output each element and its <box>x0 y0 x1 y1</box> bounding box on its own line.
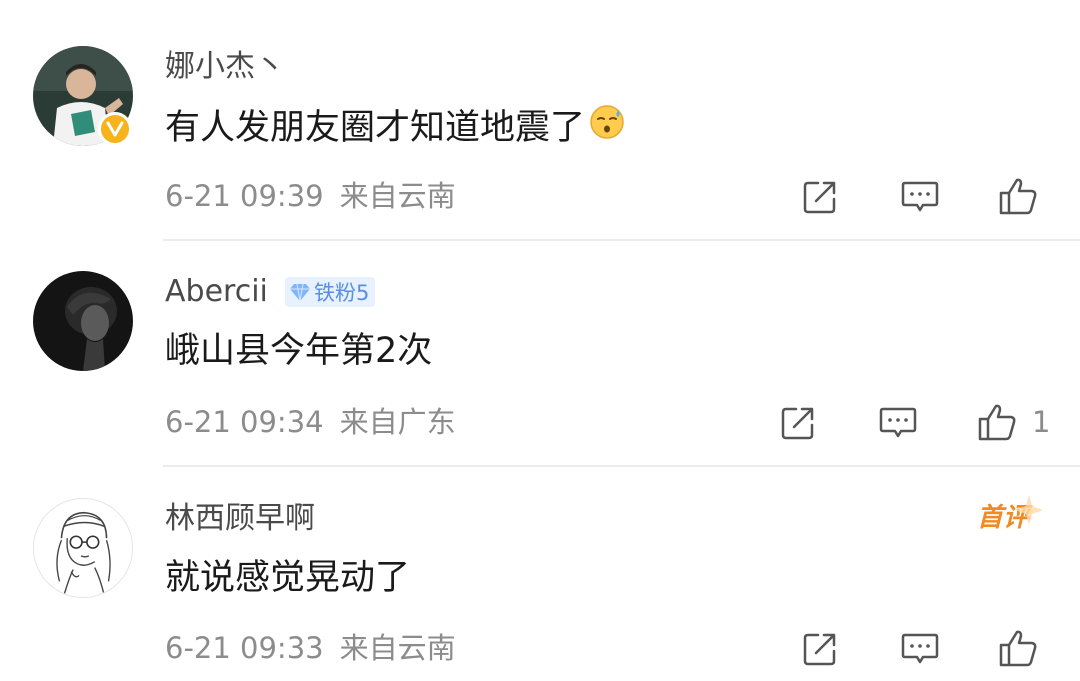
like-button[interactable] <box>998 176 1038 216</box>
share-icon <box>803 633 836 666</box>
thumbs-up-icon <box>999 630 1037 667</box>
reply-button[interactable] <box>900 177 940 217</box>
username[interactable]: Abercii <box>165 274 268 310</box>
comment-text-content: 有人发朋友圈才知道地震了 <box>165 107 586 148</box>
like-count: 1 <box>1032 405 1051 439</box>
comment-text: 峨山县今年第2次 <box>165 331 433 371</box>
timestamp: 6-21 09:33 <box>165 631 324 665</box>
timestamp: 6-21 09:34 <box>165 405 324 439</box>
comment-text: 有人发朋友圈才知道地震了 <box>165 104 625 151</box>
timestamp: 6-21 09:39 <box>165 179 324 213</box>
location: 来自广东 <box>339 405 456 439</box>
dark-portrait-avatar <box>33 271 133 371</box>
fan-level-badge[interactable]: 铁粉5 <box>285 277 376 307</box>
reply-button[interactable] <box>878 403 918 443</box>
line-drawing-avatar <box>34 499 132 597</box>
fan-badge-label: 铁粉5 <box>314 281 370 305</box>
share-icon <box>803 181 836 214</box>
comment-meta: 6-21 09:33 来自云南 <box>165 630 456 666</box>
sweat-smile-emoji-icon <box>589 104 625 151</box>
location: 来自云南 <box>339 179 456 213</box>
share-button[interactable] <box>778 403 818 443</box>
username[interactable]: 林西顾早啊 <box>165 501 315 537</box>
like-button[interactable] <box>977 402 1017 442</box>
share-button[interactable] <box>800 177 840 217</box>
reply-button[interactable] <box>900 629 940 669</box>
comment-icon <box>879 407 917 438</box>
avatar[interactable] <box>33 498 133 598</box>
thumbs-up-icon <box>978 404 1016 441</box>
comment-meta: 6-21 09:34 来自广东 <box>165 404 456 440</box>
location: 来自云南 <box>339 631 456 665</box>
sparkle-icon <box>1015 495 1043 525</box>
share-icon <box>781 407 814 440</box>
verified-icon <box>98 112 132 146</box>
thumbs-up-icon <box>999 178 1037 215</box>
username[interactable]: 娜小杰丶 <box>165 49 285 85</box>
comment-item: Abercii 铁粉5 峨山县今年第2次 6-21 09:34 来自广东 1 <box>0 241 1080 466</box>
comment-icon <box>901 633 939 664</box>
comment-item: 娜小杰丶 有人发朋友圈才知道地震了 6-21 09:39 来自云南 <box>0 0 1080 240</box>
share-button[interactable] <box>800 629 840 669</box>
like-button[interactable] <box>998 628 1038 668</box>
diamond-icon <box>290 283 310 302</box>
comment-meta: 6-21 09:39 来自云南 <box>165 178 456 214</box>
comment-icon <box>901 181 939 212</box>
avatar[interactable] <box>33 271 133 371</box>
comment-item: 林西顾早啊 首评 就说感觉晃动了 6-21 09:33 来自云南 <box>0 467 1080 681</box>
comment-text: 就说感觉晃动了 <box>165 558 411 598</box>
